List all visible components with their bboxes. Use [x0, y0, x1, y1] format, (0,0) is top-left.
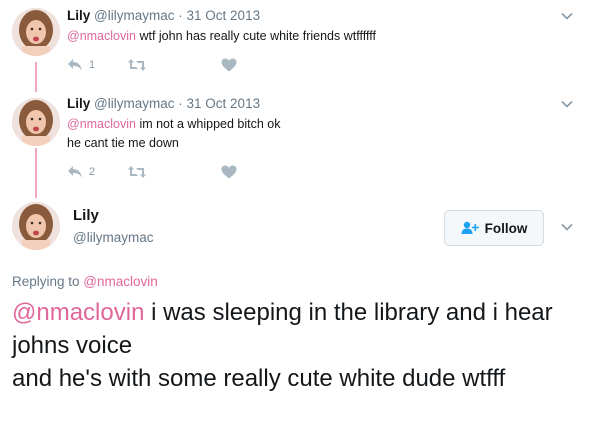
avatar[interactable]: [12, 202, 60, 250]
main-tweet: Lily @lilymaymac Follow Replying to @nma…: [0, 0, 589, 434]
main-tweet-text-line2: and he's with some really cute white dud…: [12, 365, 506, 392]
mention-link[interactable]: @nmaclovin: [12, 299, 144, 326]
main-tweet-text: @nmaclovin i was sleeping in the library…: [12, 296, 584, 395]
user-handle[interactable]: @lilymaymac: [73, 230, 153, 245]
follow-label: Follow: [484, 220, 528, 236]
add-user-icon: [461, 221, 479, 234]
replying-to-link[interactable]: @nmaclovin: [83, 274, 157, 289]
user-name[interactable]: Lily: [73, 207, 99, 224]
replying-to: Replying to @nmaclovin: [12, 274, 158, 289]
replying-prefix: Replying to: [12, 274, 84, 289]
chevron-down-icon[interactable]: [559, 219, 575, 235]
follow-button[interactable]: Follow: [444, 210, 544, 246]
